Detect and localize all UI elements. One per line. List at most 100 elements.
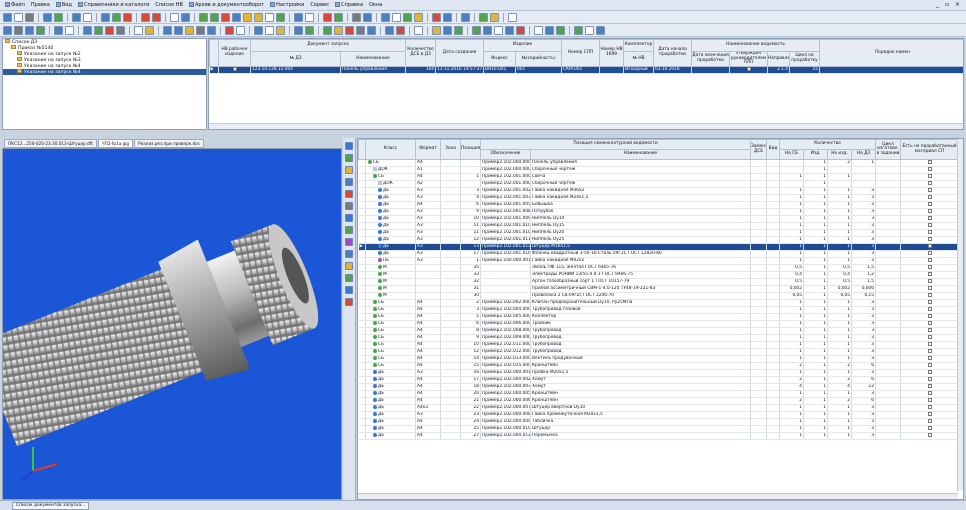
est-checkbox[interactable]	[927, 272, 932, 276]
toolbar-button-icon[interactable]	[385, 25, 394, 35]
toolbar-button-icon[interactable]	[196, 25, 205, 35]
toolbar-button-icon[interactable]	[305, 25, 314, 35]
tool-button-icon[interactable]	[345, 262, 353, 270]
table-row[interactable]: ДЕ А4х3 22 Пример2.102.000.007 Штуцер ввертн…	[358, 404, 960, 412]
toolbar-button-icon[interactable]	[414, 12, 423, 22]
col-poz[interactable]: Позиция	[460, 139, 481, 160]
toolbar-button-icon[interactable]	[494, 25, 503, 35]
table-row[interactable]: М 32 Аргон газообразный сорт 1 ГОСТ 10157-…	[358, 278, 960, 286]
viewer-tab[interactable]: ПКС12...250-020-23.30.013-Штуцер.dft	[4, 139, 97, 148]
toolbar-button-icon[interactable]	[141, 12, 150, 22]
col-doc[interactable]: Документ запуска	[250, 39, 406, 52]
tool-button-icon[interactable]	[345, 202, 353, 210]
col-nv[interactable]: НВ рабочее изделие	[218, 39, 251, 67]
toolbar-button-icon[interactable]	[25, 12, 34, 22]
tool-button-icon[interactable]	[345, 274, 353, 282]
est-checkbox[interactable]	[927, 433, 932, 437]
toolbar-button-icon[interactable]	[479, 12, 488, 22]
table-row[interactable]: ДЕ А3 9 Пример2.102.001.008 Патрубок 1 1 1 3	[358, 208, 960, 216]
toolbar-button-icon[interactable]	[305, 12, 314, 22]
toolbar-button-icon[interactable]	[145, 25, 154, 35]
toolbar-button-icon[interactable]	[505, 25, 514, 35]
top-table-hscroll[interactable]	[209, 123, 963, 129]
grid-hscroll[interactable]	[358, 493, 958, 499]
est-checkbox[interactable]	[927, 384, 932, 388]
table-row[interactable]: ДЕ А3 4 Пример2.102.001.003 Гайка накидная М…	[358, 194, 960, 202]
toolbar-button-icon[interactable]	[265, 25, 274, 35]
col-est[interactable]: Есть не проработанный материал СП	[900, 139, 960, 160]
toolbar-button-icon[interactable]	[414, 25, 423, 35]
toolbar-button-icon[interactable]	[170, 12, 179, 22]
toolbar-button-icon[interactable]	[210, 12, 219, 22]
toolbar-button-icon[interactable]	[294, 12, 303, 22]
menu-item-1[interactable]: Правка	[28, 2, 53, 8]
toolbar-button-icon[interactable]	[508, 12, 517, 22]
toolbar-button-icon[interactable]	[323, 12, 332, 22]
col-cena[interactable]: Цикл изготовл. в задании	[875, 139, 902, 160]
toolbar-button-icon[interactable]	[461, 12, 470, 22]
table-row[interactable]: М 31 Припой ассиметричный СВМ-1-4.0-120 ТУ…	[358, 285, 960, 293]
toolbar-button-icon[interactable]	[334, 12, 343, 22]
table-row[interactable]: ДЕ А3 10 Пример2.102.001.009 Ниппель Dy10 1 1 1…	[358, 215, 960, 223]
table-row[interactable]: СБ А4 1 Пример2.102.001.000 Свеча 1 1 1	[358, 173, 960, 181]
col-na-sb[interactable]: На СБ	[779, 149, 805, 160]
toolbar-button-icon[interactable]	[276, 25, 285, 35]
col-cikl[interactable]: Цикл на проработку	[789, 51, 821, 67]
open-window-tab[interactable]: Список документов запуска...	[12, 502, 90, 510]
toolbar-button-icon[interactable]	[334, 25, 343, 35]
toolbar-button-icon[interactable]	[36, 25, 45, 35]
toolbar-button-icon[interactable]	[472, 25, 481, 35]
col-porad[interactable]: Порядок намен	[819, 39, 963, 67]
toolbar-button-icon[interactable]	[367, 25, 376, 35]
est-checkbox[interactable]	[927, 321, 932, 325]
menu-item-2[interactable]: Вид	[53, 2, 75, 8]
toolbar-button-icon[interactable]	[123, 12, 132, 22]
nv-checkbox[interactable]	[232, 66, 237, 71]
col-group[interactable]: Позиция номенклатурной ведомости	[479, 139, 752, 150]
tool-button-icon[interactable]	[345, 298, 353, 306]
toolbar-button-icon[interactable]	[596, 25, 605, 35]
col-product[interactable]: Изделие	[482, 39, 563, 52]
toolbar-button-icon[interactable]	[574, 25, 583, 35]
toolbar-button-icon[interactable]	[14, 12, 23, 22]
tool-button-icon[interactable]	[345, 286, 353, 294]
toolbar-button-icon[interactable]	[163, 25, 172, 35]
toolbar-button-icon[interactable]	[83, 25, 92, 35]
table-row[interactable]: ▶ 123.14.128.15.004 Панель управления 16…	[209, 66, 963, 74]
table-row[interactable]: ДЕ А4 17 Пример2.102.000.002 Хомут 2 1 2 6	[358, 376, 960, 384]
col-doc-no[interactable]: № ДЗ	[250, 51, 341, 67]
table-row[interactable]: СБ А4 10 Пример2.102.011.000 Трубопровод 1 1 1 3	[358, 341, 960, 349]
est-checkbox[interactable]	[927, 279, 932, 283]
toolbar-button-icon[interactable]	[443, 12, 452, 22]
toolbar-button-icon[interactable]	[225, 25, 234, 35]
col-qty[interactable]: Количество ДСЕ в ДЗ	[405, 39, 436, 67]
est-checkbox[interactable]	[927, 167, 932, 171]
toolbar-button-icon[interactable]	[432, 25, 441, 35]
est-checkbox[interactable]	[927, 181, 932, 185]
toolbar-button-icon[interactable]	[94, 25, 103, 35]
table-row[interactable]: ДЕ А3 17 Пример2.102.001.016 Фланец квадратн…	[358, 250, 960, 258]
col-na-dz[interactable]: На ДЗ	[851, 149, 877, 160]
toolbar-button-icon[interactable]	[14, 25, 23, 35]
toolbar-button-icon[interactable]	[254, 25, 263, 35]
est-checkbox[interactable]	[927, 251, 932, 255]
toolbar-button-icon[interactable]	[345, 25, 354, 35]
toolbar-button-icon[interactable]	[585, 25, 594, 35]
table-row[interactable]: ДЕ А4 18 Пример2.102.000.003 Хомут 4 1 4 12	[358, 383, 960, 391]
table-row[interactable]: ДЕ А4 21 Пример2.102.000.006 Кронштейн 2 1 2 6	[358, 397, 960, 405]
table-row[interactable]: СБ А4 3 Пример2.102.004.000 Трубопровод газо…	[358, 306, 960, 314]
est-checkbox[interactable]	[927, 230, 932, 234]
est-checkbox[interactable]	[927, 363, 932, 367]
col-utv[interactable]: Утвержден руководителем ПЛП	[729, 51, 769, 67]
tool-button-icon[interactable]	[345, 142, 353, 150]
toolbar-button-icon[interactable]	[174, 25, 183, 35]
col-naim[interactable]: Наименование	[529, 149, 752, 160]
grid-vscroll[interactable]	[957, 139, 963, 491]
tree-item[interactable]: Указание на запуск №4	[3, 69, 206, 75]
toolbar-button-icon[interactable]	[101, 12, 110, 22]
toolbar-button-icon[interactable]	[236, 25, 245, 35]
est-checkbox[interactable]	[927, 237, 932, 241]
menu-item-5[interactable]: Архив и документооборот	[186, 2, 267, 8]
toolbar-button-icon[interactable]	[254, 12, 263, 22]
toolbar-button-icon[interactable]	[454, 25, 463, 35]
